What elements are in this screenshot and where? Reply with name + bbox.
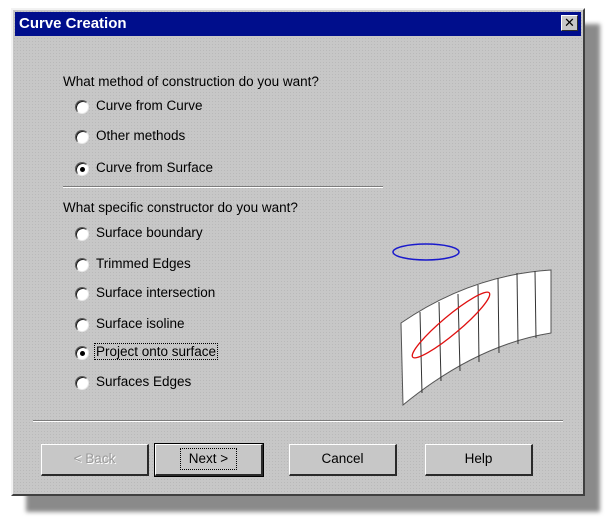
radio-label: Curve from Surface xyxy=(96,160,214,175)
radio-button[interactable] xyxy=(75,258,89,272)
radio-label: Surfaces Edges xyxy=(96,374,192,389)
radio-label: Surface isoline xyxy=(96,316,185,331)
radio-label: Curve from Curve xyxy=(96,98,203,113)
radio-label: Surface intersection xyxy=(96,285,216,300)
method-prompt: What method of construction do you want? xyxy=(63,74,319,89)
back-button[interactable]: < Back xyxy=(41,444,149,476)
cancel-button[interactable]: Cancel xyxy=(289,444,397,476)
radio-label: Trimmed Edges xyxy=(96,256,191,271)
radio-label: Surface boundary xyxy=(96,225,203,240)
window-title: Curve Creation xyxy=(19,15,127,32)
title-bar[interactable]: Curve Creation ✕ xyxy=(15,12,581,36)
close-button[interactable]: ✕ xyxy=(561,15,578,31)
help-button[interactable]: Help xyxy=(425,444,533,476)
radio-button[interactable] xyxy=(75,318,89,332)
next-button[interactable]: Next > xyxy=(154,443,264,477)
radio-button-selected[interactable] xyxy=(75,162,89,176)
radio-button[interactable] xyxy=(75,376,89,390)
projection-illustration xyxy=(392,243,552,407)
source-ellipse xyxy=(392,243,460,261)
radio-button[interactable] xyxy=(75,287,89,301)
section-divider xyxy=(63,186,383,188)
radio-button[interactable] xyxy=(75,227,89,241)
constructor-prompt: What specific constructor do you want? xyxy=(63,200,298,215)
button-divider xyxy=(33,420,563,422)
radio-button-selected[interactable] xyxy=(75,346,89,360)
radio-button[interactable] xyxy=(75,130,89,144)
radio-label-focused: Project onto surface xyxy=(93,343,219,360)
close-icon: ✕ xyxy=(564,15,575,30)
curve-creation-dialog: Curve Creation ✕ What method of construc… xyxy=(11,8,585,496)
radio-button[interactable] xyxy=(75,100,89,114)
curved-surface xyxy=(400,269,552,407)
radio-label: Other methods xyxy=(96,128,186,143)
